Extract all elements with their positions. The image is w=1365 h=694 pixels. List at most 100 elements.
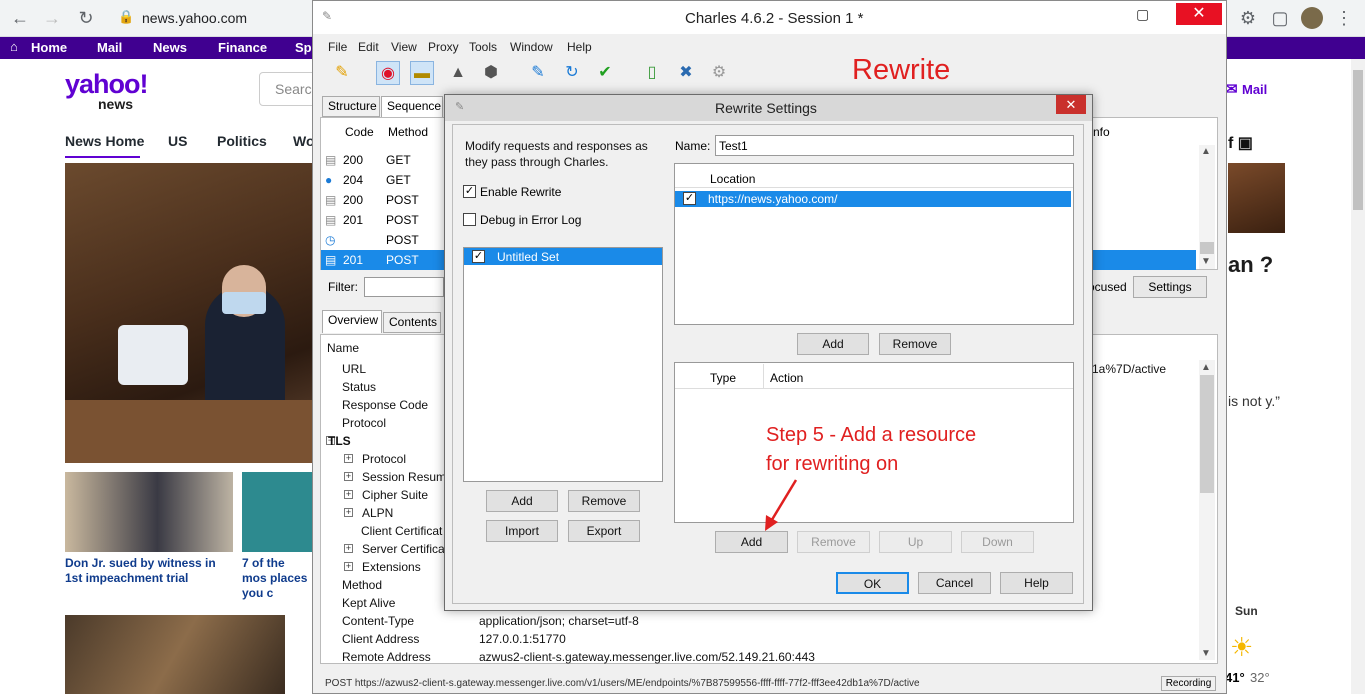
record-icon[interactable]: ◉ bbox=[376, 61, 400, 85]
overview-label[interactable]: Kept Alive bbox=[342, 596, 395, 610]
selected-row-right[interactable] bbox=[1092, 250, 1196, 270]
column-type[interactable]: Type bbox=[710, 371, 736, 385]
table-row[interactable]: ▤ 200 GET bbox=[321, 150, 443, 170]
overview-label[interactable]: Cipher Suite bbox=[362, 488, 428, 502]
overview-label[interactable]: Status bbox=[342, 380, 376, 394]
detail-scrollbar-thumb[interactable] bbox=[1200, 375, 1214, 493]
story-caption[interactable]: 7 of the mos places you c bbox=[242, 556, 312, 601]
overview-label[interactable]: Remote Address bbox=[342, 650, 431, 664]
menu-window[interactable]: Window bbox=[510, 40, 553, 54]
overview-label[interactable]: Protocol bbox=[362, 452, 406, 466]
set-enabled-checkbox[interactable]: ✓ bbox=[472, 250, 485, 263]
menu-tools[interactable]: Tools bbox=[469, 40, 497, 54]
table-row-selected[interactable]: ▤ 201 POST bbox=[321, 250, 444, 270]
close-icon[interactable]: ✕ bbox=[1176, 3, 1222, 25]
extensions-icon[interactable]: ⚙ bbox=[1236, 6, 1260, 30]
menu-view[interactable]: View bbox=[391, 40, 417, 54]
turtle-icon[interactable]: ▲ bbox=[446, 61, 470, 85]
scroll-down-icon[interactable]: ▼ bbox=[1201, 648, 1211, 659]
name-field[interactable] bbox=[715, 135, 1074, 156]
column-location[interactable]: Location bbox=[710, 172, 755, 186]
menu-icon[interactable]: ⋮ bbox=[1332, 6, 1356, 30]
tools-icon[interactable]: ✖ bbox=[674, 61, 698, 85]
subnav-us[interactable]: US bbox=[168, 133, 187, 149]
rule-remove-button[interactable]: Remove bbox=[797, 531, 870, 553]
overview-label[interactable]: Client Certificat bbox=[361, 524, 442, 538]
menu-file[interactable]: File bbox=[328, 40, 347, 54]
overview-label[interactable]: Content-Type bbox=[342, 614, 414, 628]
nav-finance[interactable]: Finance bbox=[218, 40, 267, 55]
sidepanel-icon[interactable]: ▢ bbox=[1268, 6, 1292, 30]
overview-label[interactable]: Response Code bbox=[342, 398, 428, 412]
forward-icon[interactable]: → bbox=[40, 6, 64, 30]
nav-mail[interactable]: Mail bbox=[97, 40, 122, 55]
location-enabled-checkbox[interactable]: ✓ bbox=[683, 192, 696, 205]
enable-rewrite-label[interactable]: Enable Rewrite bbox=[480, 185, 561, 199]
story-thumbnail[interactable] bbox=[242, 472, 312, 552]
mail-link[interactable]: Mail bbox=[1242, 82, 1267, 97]
scroll-up-icon[interactable]: ▲ bbox=[1201, 146, 1211, 157]
column-code[interactable]: Code bbox=[345, 125, 374, 139]
menu-edit[interactable]: Edit bbox=[358, 40, 379, 54]
sequence-scrollbar-thumb[interactable] bbox=[1200, 242, 1214, 254]
scroll-up-icon[interactable]: ▲ bbox=[1201, 362, 1211, 373]
overview-label[interactable]: URL bbox=[342, 362, 366, 376]
rule-up-button[interactable]: Up bbox=[879, 531, 952, 553]
table-row[interactable]: ◷ POST bbox=[321, 230, 443, 250]
tab-sequence[interactable]: Sequence bbox=[381, 96, 443, 117]
subnav-news-home[interactable]: News Home bbox=[65, 133, 144, 149]
rule-add-button[interactable]: Add bbox=[715, 531, 788, 553]
expand-icon[interactable]: + bbox=[344, 454, 353, 463]
set-export-button[interactable]: Export bbox=[568, 520, 640, 542]
expand-icon[interactable]: + bbox=[344, 562, 353, 571]
overview-label[interactable]: ALPN bbox=[362, 506, 393, 520]
minimize-icon[interactable]: ▢ bbox=[1136, 6, 1149, 23]
stop-icon[interactable]: ⬢ bbox=[479, 61, 503, 85]
settings-gear-icon[interactable]: ⚙ bbox=[707, 61, 731, 85]
overview-label[interactable]: Client Address bbox=[342, 632, 419, 646]
nav-sports[interactable]: Sp bbox=[295, 40, 312, 55]
debug-log-label[interactable]: Debug in Error Log bbox=[480, 213, 581, 227]
set-remove-button[interactable]: Remove bbox=[568, 490, 640, 512]
side-headline[interactable]: an ? bbox=[1228, 253, 1273, 277]
tab-overview[interactable]: Overview bbox=[322, 310, 382, 333]
tab-contents[interactable]: Contents bbox=[383, 312, 441, 333]
tab-structure[interactable]: Structure bbox=[322, 96, 380, 117]
overview-label[interactable]: Extensions bbox=[362, 560, 421, 574]
pen-icon[interactable]: ✎ bbox=[526, 61, 550, 85]
column-method[interactable]: Method bbox=[388, 125, 428, 139]
table-row[interactable]: ▤ 200 POST bbox=[321, 190, 443, 210]
debug-log-checkbox[interactable] bbox=[463, 213, 476, 226]
subnav-politics[interactable]: Politics bbox=[217, 133, 267, 149]
story-caption[interactable]: Don Jr. sued by witness in 1st impeachme… bbox=[65, 556, 235, 586]
expand-icon[interactable]: + bbox=[344, 544, 353, 553]
help-button[interactable]: Help bbox=[1000, 572, 1073, 594]
overview-label[interactable]: Protocol bbox=[342, 416, 386, 430]
home-icon[interactable]: ⌂ bbox=[10, 39, 18, 54]
throttle-icon[interactable]: ▬ bbox=[410, 61, 434, 85]
column-action[interactable]: Action bbox=[770, 371, 803, 385]
ok-button[interactable]: OK bbox=[836, 572, 909, 594]
set-name[interactable]: Untitled Set bbox=[497, 250, 559, 264]
overview-label[interactable]: Session Resume bbox=[362, 470, 453, 484]
table-row[interactable]: ● 204 GET bbox=[321, 170, 443, 190]
story-thumbnail[interactable] bbox=[65, 615, 285, 694]
page-scrollbar-thumb[interactable] bbox=[1353, 70, 1363, 210]
set-import-button[interactable]: Import bbox=[486, 520, 558, 542]
social-icons[interactable]: f ▣ bbox=[1228, 133, 1253, 153]
expand-icon[interactable]: + bbox=[344, 472, 353, 481]
address-bar[interactable]: news.yahoo.com bbox=[142, 10, 247, 26]
focused-label[interactable]: ocused bbox=[1088, 280, 1127, 294]
menu-help[interactable]: Help bbox=[567, 40, 592, 54]
overview-label[interactable]: Method bbox=[342, 578, 382, 592]
side-story-image[interactable] bbox=[1228, 163, 1285, 233]
location-remove-button[interactable]: Remove bbox=[879, 333, 951, 355]
tick-icon[interactable]: ✔ bbox=[593, 61, 617, 85]
location-url[interactable]: https://news.yahoo.com/ bbox=[708, 192, 837, 206]
scroll-down-icon[interactable]: ▼ bbox=[1201, 256, 1211, 267]
dialog-close-icon[interactable]: ✕ bbox=[1056, 95, 1086, 114]
menu-proxy[interactable]: Proxy bbox=[428, 40, 459, 54]
nav-home[interactable]: Home bbox=[31, 40, 67, 55]
refresh-icon[interactable]: ↻ bbox=[560, 61, 584, 85]
back-icon[interactable]: ← bbox=[8, 6, 32, 30]
